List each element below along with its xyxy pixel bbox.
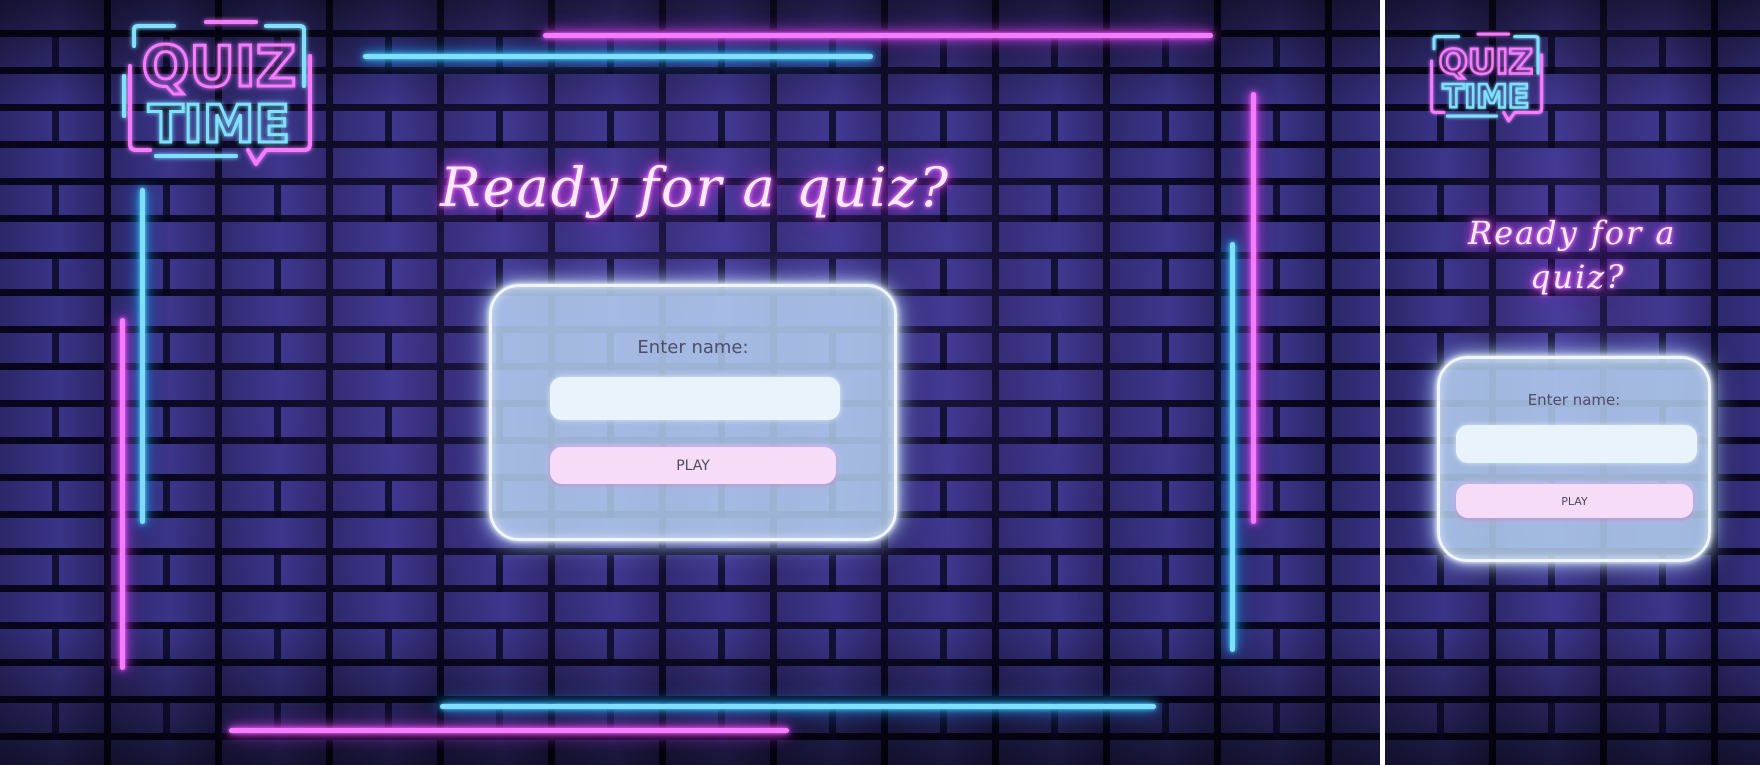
headline-mobile-line1: Ready for a (1468, 214, 1677, 252)
quiz-time-neon-speech-bubble-icon: QUIZ TIME (1430, 32, 1544, 123)
neon-tube-bottom-blue (440, 704, 1156, 709)
neon-tube-left-blue (140, 188, 145, 524)
quiz-time-logo-mobile: QUIZ TIME (1423, 30, 1549, 130)
name-input[interactable] (550, 377, 840, 420)
neon-tube-right-pink (1251, 92, 1256, 524)
logo-text-line2-mobile: TIME (1443, 79, 1530, 116)
name-form-card-mobile: Enter name: PLAY (1437, 356, 1711, 562)
name-label: Enter name: (637, 337, 749, 358)
headline: Ready for a quiz? (440, 156, 950, 219)
desktop-viewport: QUIZ TIME Ready for a quiz? Enter name: … (0, 0, 1380, 765)
name-input-mobile[interactable] (1456, 425, 1697, 463)
logo-text-line2: TIME (148, 95, 290, 155)
neon-tube-top-pink (543, 33, 1213, 38)
quiz-time-logo: QUIZ TIME (116, 16, 322, 178)
headline-mobile-line2: quiz? (1530, 258, 1626, 296)
neon-tube-right-blue (1230, 242, 1235, 652)
neon-tube-top-blue (363, 54, 873, 59)
play-button[interactable]: PLAY (550, 447, 836, 484)
play-button-mobile[interactable]: PLAY (1456, 484, 1693, 518)
logo-text-line1-mobile: QUIZ (1439, 42, 1534, 82)
neon-tube-left-pink (120, 318, 125, 670)
neon-tube-bottom-pink (229, 728, 789, 733)
logo-text-line1: QUIZ (142, 35, 297, 100)
mobile-viewport: QUIZ TIME Ready for a quiz? Enter name: … (1385, 0, 1760, 765)
name-label-mobile: Enter name: (1527, 391, 1621, 409)
name-form-card: Enter name: PLAY (489, 284, 897, 541)
quiz-time-neon-speech-bubble-icon: QUIZ TIME (122, 20, 312, 166)
